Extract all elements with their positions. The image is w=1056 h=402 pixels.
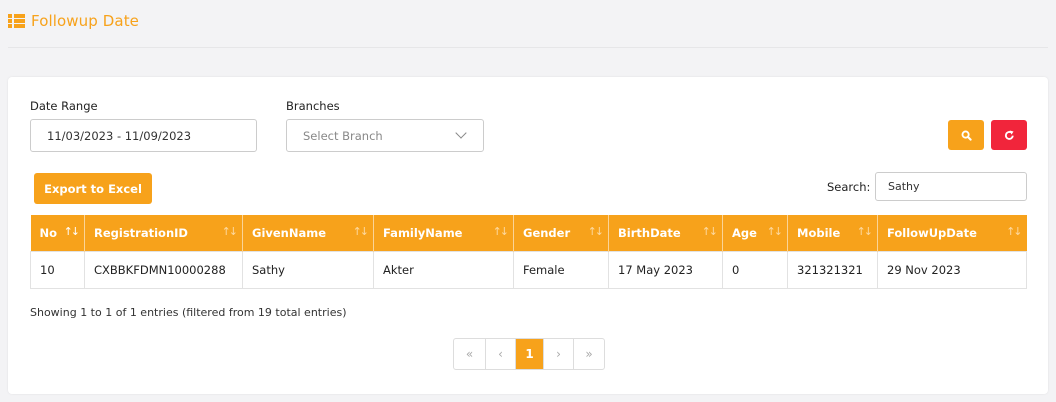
first-page-button[interactable]: « — [454, 339, 486, 369]
sort-icon: ↑↓ — [766, 225, 784, 238]
page-header: Followup Date — [8, 12, 139, 30]
sort-icon: ↑↓ — [701, 225, 719, 238]
page-title: Followup Date — [31, 12, 139, 30]
cell-givenname: Sathy — [242, 250, 374, 289]
table-info: Showing 1 to 1 of 1 entries (filtered fr… — [30, 306, 347, 319]
cell-gender: Female — [513, 250, 609, 289]
next-page-button[interactable]: › — [544, 339, 574, 369]
column-header-registrationid[interactable]: RegistrationID ↑↓ — [84, 215, 243, 251]
cell-birthdate: 17 May 2023 — [608, 250, 723, 289]
cell-registrationid: CXBBKFDMN10000288 — [84, 250, 243, 289]
column-header-gender[interactable]: Gender ↑↓ — [513, 215, 609, 251]
search-label: Search: — [827, 180, 871, 194]
sort-icon: ↑↓ — [587, 225, 605, 238]
cell-followupdate: 29 Nov 2023 — [877, 250, 1027, 289]
date-range-label: Date Range — [30, 99, 98, 113]
pagination: « ‹ 1 › » — [453, 338, 605, 370]
column-header-mobile[interactable]: Mobile ↑↓ — [787, 215, 878, 251]
table-header-row: No ↑↓ RegistrationID ↑↓ GivenName ↑↓ Family… — [30, 215, 1027, 251]
cell-age: 0 — [722, 250, 788, 289]
column-header-givenname[interactable]: GivenName ↑↓ — [242, 215, 374, 251]
search-button[interactable] — [948, 120, 984, 150]
branches-label: Branches — [286, 99, 340, 113]
header-divider — [8, 47, 1048, 48]
cell-familyname: Akter — [373, 250, 514, 289]
sort-icon: ↑↓ — [492, 225, 510, 238]
table-row: 10 CXBBKFDMN10000288 Sathy Akter Female … — [30, 250, 1027, 289]
export-excel-button[interactable]: Export to Excel — [34, 173, 152, 204]
search-icon — [961, 130, 972, 141]
filter-card: Date Range 11/03/2023 - 11/09/2023 Branc… — [8, 77, 1048, 394]
sort-icon: ↑↓ — [856, 225, 874, 238]
refresh-icon — [1004, 130, 1014, 140]
column-header-no[interactable]: No ↑↓ — [30, 215, 85, 251]
date-range-input[interactable]: 11/03/2023 - 11/09/2023 — [30, 119, 257, 152]
chevron-down-icon — [455, 127, 467, 139]
list-icon — [8, 14, 25, 28]
sort-icon: ↑↓ — [1006, 225, 1023, 238]
sort-icon: ↑↓ — [352, 225, 370, 238]
column-header-birthdate[interactable]: BirthDate ↑↓ — [608, 215, 723, 251]
column-header-age[interactable]: Age ↑↓ — [722, 215, 788, 251]
branch-select[interactable]: Select Branch — [286, 119, 484, 152]
sort-icon: ↑↓ — [221, 225, 239, 238]
last-page-button[interactable]: » — [574, 339, 604, 369]
table-search-input[interactable]: Sathy — [875, 172, 1027, 201]
followup-table: No ↑↓ RegistrationID ↑↓ GivenName ↑↓ Family… — [30, 215, 1027, 289]
column-header-familyname[interactable]: FamilyName ↑↓ — [373, 215, 514, 251]
cell-mobile: 321321321 — [787, 250, 878, 289]
sort-icon: ↑↓ — [63, 225, 81, 238]
page-1-button[interactable]: 1 — [516, 339, 544, 369]
branch-select-placeholder: Select Branch — [303, 128, 383, 143]
reset-button[interactable] — [991, 120, 1027, 150]
previous-page-button[interactable]: ‹ — [486, 339, 516, 369]
column-header-followupdate[interactable]: FollowUpDate ↑↓ — [877, 215, 1027, 251]
cell-no: 10 — [30, 250, 85, 289]
